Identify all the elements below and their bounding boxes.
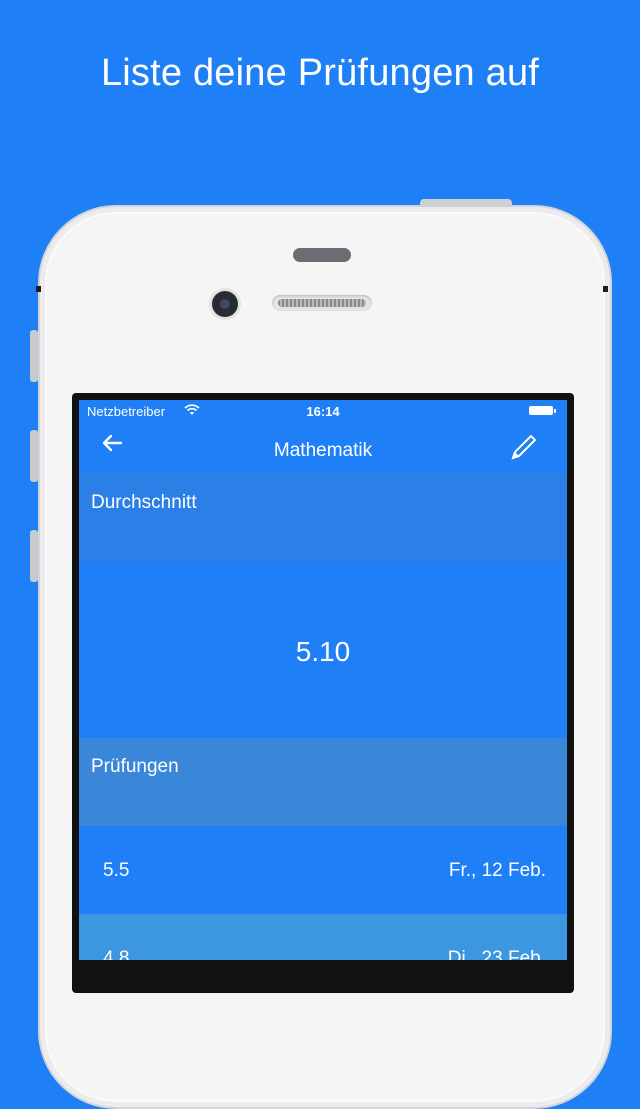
average-title: Durchschnitt bbox=[91, 492, 197, 513]
exam-date: Di., 23 Feb. bbox=[447, 948, 546, 960]
navigation-bar: Mathematik bbox=[79, 422, 567, 474]
front-camera bbox=[212, 291, 238, 317]
exam-grade: 5.5 bbox=[103, 860, 130, 881]
exam-grade: 4.8 bbox=[103, 948, 130, 960]
mute-switch bbox=[30, 330, 38, 382]
status-time: 16:14 bbox=[306, 404, 340, 419]
average-value: 5.10 bbox=[295, 636, 351, 667]
volume-down-button bbox=[30, 530, 38, 582]
antenna-band-right bbox=[603, 286, 608, 292]
headline: Liste deine Prüfungen auf bbox=[100, 52, 540, 94]
exam-date: Fr., 12 Feb. bbox=[448, 860, 546, 881]
average-section-header: Durchschnitt bbox=[79, 474, 567, 562]
pencil-icon[interactable] bbox=[509, 432, 539, 462]
average-display: 5.10 bbox=[79, 562, 567, 738]
earpiece-speaker bbox=[272, 295, 372, 311]
battery-icon bbox=[529, 406, 556, 415]
exam-row[interactable]: 4.8 Di., 23 Feb. bbox=[79, 914, 567, 960]
proximity-sensor bbox=[293, 248, 351, 262]
app-screen: Netzbetreiber 16:14 Mathematik Durchschn… bbox=[79, 400, 567, 960]
antenna-band-left bbox=[36, 286, 41, 292]
exam-row[interactable]: 5.5 Fr., 12 Feb. bbox=[79, 826, 567, 914]
exams-title: Prüfungen bbox=[91, 756, 179, 777]
nav-title: Mathematik bbox=[273, 440, 373, 461]
power-button bbox=[420, 199, 512, 207]
volume-up-button bbox=[30, 430, 38, 482]
status-bar: Netzbetreiber 16:14 bbox=[79, 400, 567, 422]
exams-section-header: Prüfungen bbox=[79, 738, 567, 826]
